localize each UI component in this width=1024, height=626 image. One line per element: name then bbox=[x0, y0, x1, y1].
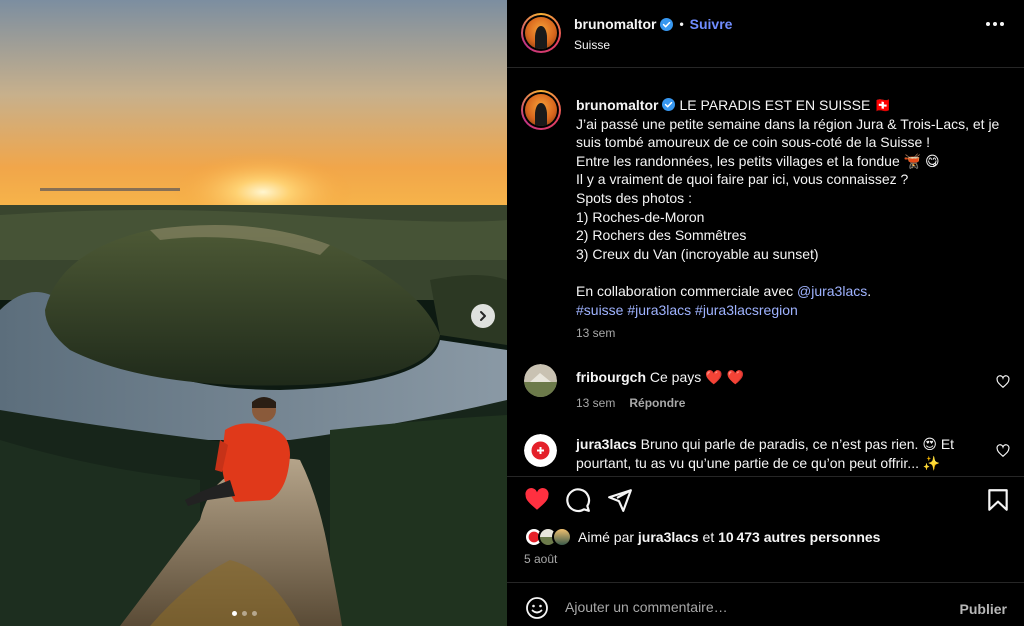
share-icon[interactable] bbox=[607, 487, 633, 513]
post-photo[interactable] bbox=[0, 0, 507, 626]
comment-username[interactable]: jura3lacs bbox=[576, 436, 637, 452]
caption-line: Il y a vraiment de quoi faire par ici, v… bbox=[576, 171, 909, 188]
comment-avatar[interactable] bbox=[524, 364, 557, 397]
caption-line: Entre les randonnées, les petits village… bbox=[576, 152, 940, 169]
carousel-indicator bbox=[232, 611, 257, 616]
comment-input[interactable] bbox=[565, 595, 945, 619]
caption-title: LE PARADIS EST EN SUISSE 🇨🇭 bbox=[679, 97, 892, 113]
landscape-photo bbox=[0, 0, 507, 626]
comment-heart-icon[interactable] bbox=[996, 444, 1010, 458]
heart-filled-icon[interactable] bbox=[524, 487, 550, 513]
collab-mention-link[interactable]: @jura3lacs bbox=[797, 283, 867, 299]
emoji-icon[interactable] bbox=[525, 596, 549, 620]
carousel-dot-active bbox=[232, 611, 237, 616]
chevron-right-icon bbox=[480, 311, 486, 321]
post-header: brunomaltor • Suivre Suisse bbox=[507, 0, 1024, 68]
hashtags-link[interactable]: #suisse #jura3lacs #jura3lacsregion bbox=[576, 302, 798, 318]
caption-line: 2) Rochers des Sommêtres bbox=[576, 227, 747, 244]
liker-avatar bbox=[552, 527, 572, 547]
carousel-dot bbox=[242, 611, 247, 616]
separator-dot: • bbox=[679, 17, 684, 31]
collab-prefix: En collaboration commerciale avec bbox=[576, 282, 797, 299]
comment-meta: 13 sem Répondre bbox=[576, 396, 685, 410]
likes-middle: et bbox=[698, 529, 719, 545]
likes-summary[interactable]: Aimé par jura3lacs et 10 473 autres pers… bbox=[524, 527, 880, 547]
author-username[interactable]: brunomaltor bbox=[574, 16, 656, 32]
post-actions-bar bbox=[507, 476, 1024, 526]
comment-heart-icon[interactable] bbox=[996, 375, 1010, 389]
likes-prefix: Aimé par bbox=[578, 529, 638, 545]
likes-count[interactable]: 10 473 autres personnes bbox=[718, 529, 880, 545]
comment-avatar[interactable] bbox=[524, 434, 557, 467]
liker-username[interactable]: jura3lacs bbox=[638, 529, 699, 545]
comment-body: Ce pays ❤️ ❤️ bbox=[649, 369, 744, 385]
comment-text: fribourgch Ce pays ❤️ ❤️ bbox=[576, 368, 976, 387]
comment-text: jura3lacs Bruno qui parle de paradis, ce… bbox=[576, 435, 976, 473]
comment-time[interactable]: 13 sem bbox=[576, 396, 615, 410]
author-line: brunomaltor • Suivre bbox=[574, 16, 732, 32]
likes-text: Aimé par jura3lacs et 10 473 autres pers… bbox=[578, 529, 880, 545]
verified-badge-icon bbox=[660, 17, 674, 31]
caption-author-avatar[interactable] bbox=[521, 90, 561, 130]
more-options-icon[interactable] bbox=[986, 22, 1004, 26]
add-comment-bar: Publier bbox=[507, 582, 1024, 626]
comment-username[interactable]: fribourgch bbox=[576, 369, 646, 385]
follow-button[interactable]: Suivre bbox=[690, 16, 733, 32]
caption-line: Spots des photos : bbox=[576, 189, 692, 206]
reply-button[interactable]: Répondre bbox=[629, 396, 685, 410]
bookmark-icon[interactable] bbox=[985, 487, 1011, 513]
post-date[interactable]: 5 août bbox=[524, 552, 557, 566]
verified-badge-icon bbox=[662, 98, 676, 111]
caption-timestamp[interactable]: 13 sem bbox=[576, 326, 615, 340]
comment-icon[interactable] bbox=[565, 487, 591, 513]
caption-text: brunomaltor LE PARADIS EST EN SUISSE 🇨🇭 J… bbox=[576, 96, 1006, 319]
publish-button[interactable]: Publier bbox=[960, 601, 1007, 617]
carousel-dot bbox=[252, 611, 257, 616]
collab-suffix: . bbox=[867, 282, 872, 299]
caption-line: 3) Creux du Van (incroyable au sunset) bbox=[576, 245, 819, 262]
caption-line: 1) Roches-de-Moron bbox=[576, 208, 705, 225]
caption-username[interactable]: brunomaltor bbox=[576, 97, 658, 113]
post-details-panel: brunomaltor • Suivre Suisse brunomaltor L… bbox=[507, 0, 1024, 626]
author-avatar[interactable] bbox=[521, 13, 561, 53]
caption-line: J’ai passé une petite semaine dans la ré… bbox=[576, 115, 1000, 151]
next-photo-button[interactable] bbox=[471, 304, 495, 328]
post-location[interactable]: Suisse bbox=[574, 38, 610, 52]
